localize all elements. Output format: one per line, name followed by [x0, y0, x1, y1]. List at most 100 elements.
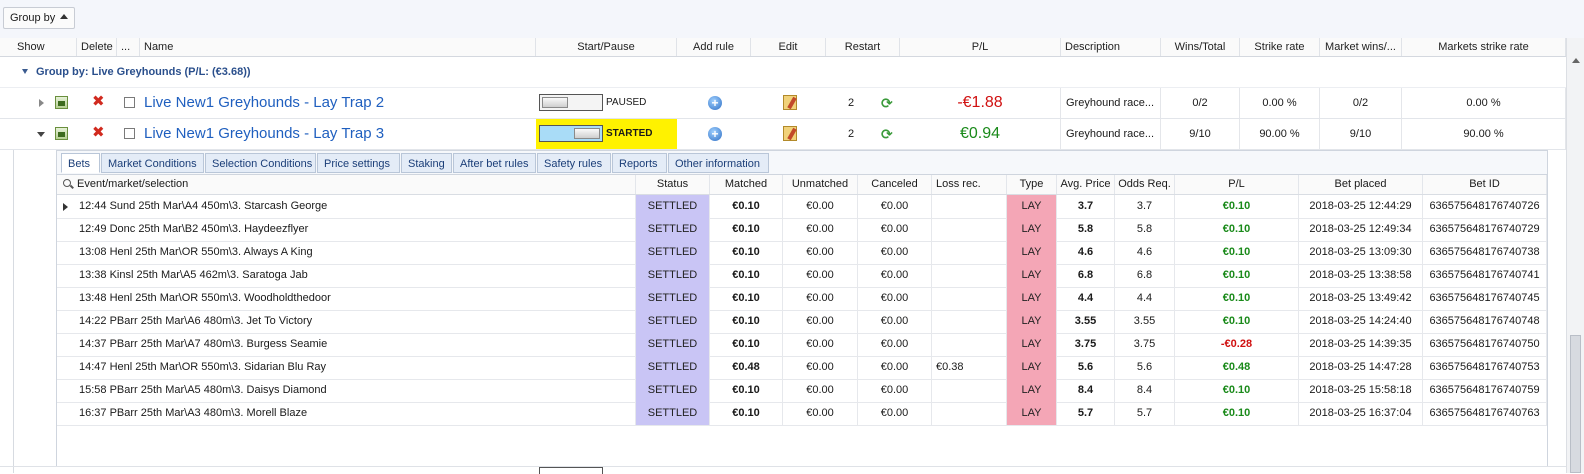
bet-row[interactable]: 13:38 Kinsl 25th Mar\A5 462m\3. Saratoga… — [57, 264, 1547, 288]
tab-bets[interactable]: Bets — [61, 153, 100, 173]
col-wins-total[interactable]: Wins/Total — [1161, 38, 1240, 56]
bet-unmatched: €0.00 — [783, 218, 858, 241]
delete-icon[interactable]: ✖ — [92, 125, 105, 141]
col-market-wins[interactable]: Market wins/... — [1320, 38, 1402, 56]
col-bet-placed[interactable]: Bet placed — [1299, 175, 1423, 194]
col-odds-req[interactable]: Odds Req. — [1115, 175, 1175, 194]
bet-placed: 2018-03-25 16:37:04 — [1299, 402, 1423, 425]
edit-icon[interactable] — [783, 95, 797, 110]
tab-staking[interactable]: Staking — [401, 153, 452, 173]
scroll-up-icon[interactable] — [1572, 58, 1580, 63]
col-type[interactable]: Type — [1007, 175, 1057, 194]
bet-row[interactable]: 13:48 Henl 25th Mar\OR 550m\3. Woodholdt… — [57, 287, 1547, 311]
bet-row[interactable]: 16:37 PBarr 25th Mar\A3 480m\3. Morell B… — [57, 402, 1547, 426]
col-avg-price[interactable]: Avg. Price — [1057, 175, 1115, 194]
edit-icon[interactable] — [783, 126, 797, 141]
bet-id: 636575648176740726 — [1423, 195, 1547, 218]
col-edit[interactable]: Edit — [751, 38, 826, 56]
bet-type: LAY — [1007, 402, 1057, 425]
col-markets-strike-rate[interactable]: Markets strike rate — [1402, 38, 1566, 56]
tab-safety-rules[interactable]: Safety rules — [537, 153, 611, 173]
tab-price-settings[interactable]: Price settings — [317, 153, 400, 173]
col-add-rule[interactable]: Add rule — [677, 38, 751, 56]
bet-event: 13:48 Henl 25th Mar\OR 550m\3. Woodholdt… — [71, 287, 636, 310]
bet-id: 636575648176740729 — [1423, 218, 1547, 241]
col-bet-id[interactable]: Bet ID — [1423, 175, 1547, 194]
group-by-label: Group by — [10, 12, 56, 24]
expand-row-icon[interactable] — [39, 99, 44, 107]
add-rule-icon[interactable]: + — [708, 96, 722, 110]
bet-matched: €0.48 — [710, 356, 783, 379]
collapse-row-icon[interactable] — [37, 132, 45, 137]
col-description[interactable]: Description — [1061, 38, 1161, 56]
tab-selection-conditions[interactable]: Selection Conditions — [205, 153, 316, 173]
bet-row[interactable]: 12:44 Sund 25th Mar\A4 450m\3. Starcash … — [57, 195, 1547, 219]
bet-pl: €0.10 — [1175, 218, 1299, 241]
restart-icon[interactable]: ⟳ — [881, 95, 893, 111]
restart-icon[interactable]: ⟳ — [881, 126, 893, 142]
strategy-row[interactable]: ✖ Live New1 Greyhounds - Lay Trap 2 PAUS… — [0, 88, 1566, 119]
start-pause-toggle[interactable] — [539, 94, 603, 111]
col-status[interactable]: Status — [636, 175, 710, 194]
search-icon[interactable] — [63, 179, 71, 187]
bet-loss-rec — [932, 333, 1007, 356]
collapse-group-icon[interactable] — [22, 69, 28, 74]
bet-id: 636575648176740759 — [1423, 379, 1547, 402]
strategy-name[interactable]: Live New1 Greyhounds - Lay Trap 3 — [144, 119, 384, 149]
add-rule-icon[interactable]: + — [708, 127, 722, 141]
tab-other-information[interactable]: Other information — [668, 153, 769, 173]
group-by-button[interactable]: Group by — [3, 7, 76, 29]
wins-total: 0/2 — [1161, 88, 1240, 118]
strategy-name[interactable]: Live New1 Greyhounds - Lay Trap 2 — [144, 88, 384, 118]
row-checkbox[interactable] — [124, 97, 135, 108]
col-unmatched[interactable]: Unmatched — [783, 175, 858, 194]
bet-row[interactable]: 14:22 PBarr 25th Mar\A6 480m\3. Jet To V… — [57, 310, 1547, 334]
col-name[interactable]: Name — [140, 38, 536, 56]
col-restart[interactable]: Restart — [826, 38, 900, 56]
col-start-pause[interactable]: Start/Pause — [536, 38, 677, 56]
col-matched[interactable]: Matched — [710, 175, 783, 194]
col-more[interactable]: ... — [117, 38, 140, 56]
col-pl[interactable]: P/L — [900, 38, 1061, 56]
bet-status: SETTLED — [636, 333, 710, 356]
bet-row[interactable]: 14:37 PBarr 25th Mar\A7 480m\3. Burgess … — [57, 333, 1547, 357]
row-checkbox[interactable] — [124, 128, 135, 139]
tab-reports[interactable]: Reports — [612, 153, 667, 173]
tab-after-bet-rules[interactable]: After bet rules — [453, 153, 536, 173]
vertical-scrollbar[interactable] — [1566, 38, 1584, 473]
col-strike-rate[interactable]: Strike rate — [1240, 38, 1320, 56]
bet-row[interactable]: 12:49 Donc 25th Mar\B2 450m\3. Haydeezfl… — [57, 218, 1547, 242]
group-row[interactable]: Group by: Live Greyhounds (P/L: (€3.68)) — [0, 57, 1566, 88]
col-loss-rec[interactable]: Loss rec. — [932, 175, 1007, 194]
bet-odds-req: 5.7 — [1115, 402, 1175, 425]
strategy-row[interactable]: ✖ Live New1 Greyhounds - Lay Trap 3 STAR… — [0, 119, 1566, 150]
bet-odds-req: 6.8 — [1115, 264, 1175, 287]
markets-strike-rate: 90.00 % — [1402, 119, 1566, 149]
col-canceled[interactable]: Canceled — [858, 175, 932, 194]
col-delete[interactable]: Delete — [77, 38, 117, 56]
bet-status: SETTLED — [636, 218, 710, 241]
bet-type: LAY — [1007, 218, 1057, 241]
scrollbar-thumb[interactable] — [1570, 335, 1581, 473]
bet-status: SETTLED — [636, 310, 710, 333]
bet-canceled: €0.00 — [858, 333, 932, 356]
bet-matched: €0.10 — [710, 379, 783, 402]
start-pause-toggle[interactable] — [539, 125, 603, 142]
bet-placed: 2018-03-25 13:49:42 — [1299, 287, 1423, 310]
strategies-grid: Show Delete ... Name Start/Pause Add rul… — [0, 38, 1566, 474]
bet-odds-req: 3.7 — [1115, 195, 1175, 218]
strategy-detail-panel: Bets Market Conditions Selection Conditi… — [56, 150, 1548, 467]
bet-row[interactable]: 14:47 Henl 25th Mar\OR 550m\3. Sidarian … — [57, 356, 1547, 380]
show-strategy-icon[interactable] — [55, 96, 68, 109]
bet-matched: €0.10 — [710, 195, 783, 218]
market-wins: 0/2 — [1320, 88, 1402, 118]
col-bet-pl[interactable]: P/L — [1175, 175, 1299, 194]
delete-icon[interactable]: ✖ — [92, 94, 105, 110]
bet-loss-rec — [932, 310, 1007, 333]
tab-market-conditions[interactable]: Market Conditions — [101, 153, 204, 173]
show-strategy-icon[interactable] — [55, 127, 68, 140]
col-event[interactable]: Event/market/selection — [71, 175, 636, 194]
bet-row[interactable]: 13:08 Henl 25th Mar\OR 550m\3. Always A … — [57, 241, 1547, 265]
bet-row[interactable]: 15:58 PBarr 25th Mar\A5 480m\3. Daisys D… — [57, 379, 1547, 403]
col-show[interactable]: Show — [13, 38, 77, 56]
